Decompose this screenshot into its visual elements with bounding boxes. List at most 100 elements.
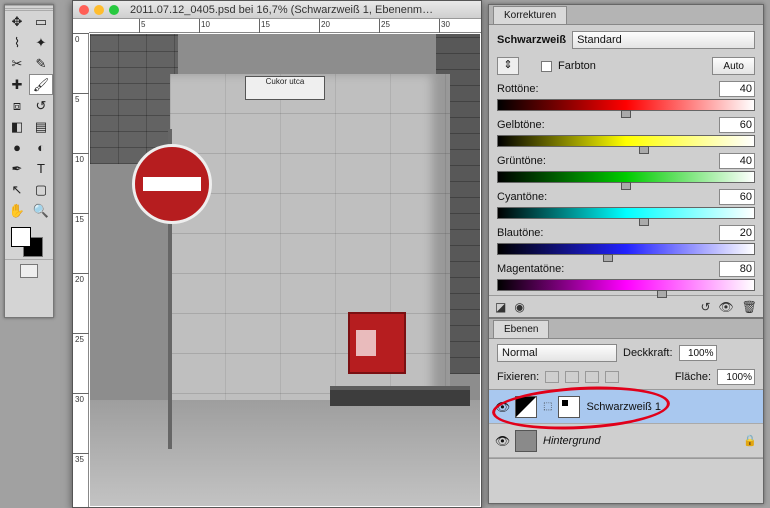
type-tool[interactable]: T [29,158,53,179]
street-sign-text: Cukor utca [246,77,324,87]
slider-thumb[interactable] [621,110,631,118]
tone-gr-grn: Grüntöne: [497,153,755,183]
target-adjust-icon[interactable]: ⇕ [497,57,519,75]
foreground-color[interactable] [11,227,31,247]
view-previous-icon[interactable]: ◉ [514,300,524,314]
tone-label: Gelbtöne: [497,119,545,131]
tone-gr-mag: Magentatöne: [497,261,755,291]
slider-thumb[interactable] [657,290,667,298]
shape-tool[interactable]: ▢ [29,179,53,200]
eyedropper-tool[interactable]: ✎ [29,53,53,74]
layer-list: 👁 ⬚ Schwarzweiß 1 👁 Hintergrund 🔒 [489,389,763,459]
move-tool[interactable]: ✥ [5,11,29,32]
lock-transparent-icon[interactable] [545,371,559,383]
blur-tool[interactable]: ● [5,137,29,158]
opacity-input[interactable] [679,345,717,361]
corrections-tabs: Korrekturen [489,5,763,25]
stone-corner [170,74,450,434]
slider-thumb[interactable] [639,218,649,226]
ruler-horizontal[interactable]: 51015202530 [89,19,481,33]
history-brush-tool[interactable]: ↺ [29,95,53,116]
eraser-tool[interactable]: ◧ [5,116,29,137]
lock-label: Fixieren: [497,371,539,383]
visibility-icon[interactable]: 👁 [495,400,509,414]
corrections-footer: ◪ ◉ ↺ 👁 🗑 [489,295,763,317]
slider-thumb[interactable] [603,254,613,262]
tone-label: Blautöne: [497,227,543,239]
crop-tool[interactable]: ✂ [5,53,29,74]
tone-value[interactable] [719,189,755,205]
color-swatches[interactable] [5,225,53,259]
marquee-tool[interactable]: ▭ [29,11,53,32]
tone-label: Cyantöne: [497,191,547,203]
zoom-tool[interactable]: 🔍 [29,200,53,221]
no-entry-sign [132,144,212,224]
lock-icon: 🔒 [743,434,757,447]
layer-thumb[interactable] [515,430,537,452]
tone-slider[interactable] [497,171,755,183]
tone-gr-blu: Blautöne: [497,225,755,255]
link-icon[interactable]: ⬚ [543,401,552,412]
tone-slider[interactable] [497,135,755,147]
lock-pixels-icon[interactable] [565,371,579,383]
street-sign: Cukor utca [245,76,325,100]
tool-grid: ✥▭ ⌇✦ ✂✎ ✚🖌 ⧈↺ ◧▤ ●◐ ✒T ↖▢ ✋🔍 [5,11,53,221]
hand-tool[interactable]: ✋ [5,200,29,221]
screen-mode [5,259,53,282]
gradient-tool[interactable]: ▤ [29,116,53,137]
path-tool[interactable]: ↖ [5,179,29,200]
tone-slider[interactable] [497,279,755,291]
tone-slider[interactable] [497,243,755,255]
lock-all-icon[interactable] [605,371,619,383]
tone-value[interactable] [719,81,755,97]
wand-tool[interactable]: ✦ [29,32,53,53]
canvas[interactable]: Cukor utca [90,34,480,506]
ruler-vertical[interactable]: 05101520253035 [73,33,89,507]
trash-icon[interactable]: 🗑 [742,300,757,314]
tone-value[interactable] [719,261,755,277]
slider-thumb[interactable] [621,182,631,190]
document-title: 2011.07.12_0405.psd bei 16,7% (Schwarzwe… [130,4,433,16]
tone-slider[interactable] [497,207,755,219]
fill-input[interactable] [717,369,755,385]
visibility-icon[interactable]: 👁 [495,434,509,448]
layer-clip-icon[interactable]: ◪ [495,300,506,314]
tint-checkbox[interactable] [541,61,552,72]
eye-icon[interactable]: 👁 [719,300,734,314]
no-entry-bar [143,177,201,191]
tab-layers[interactable]: Ebenen [493,320,549,338]
bench [330,386,470,406]
adjustment-thumb[interactable] [515,396,537,418]
layer-name[interactable]: Hintergrund [543,435,600,447]
layer-row[interactable]: 👁 ⬚ Schwarzweiß 1 [489,390,763,424]
heal-tool[interactable]: ✚ [5,74,29,95]
titlebar[interactable]: 2011.07.12_0405.psd bei 16,7% (Schwarzwe… [73,1,481,19]
lasso-tool[interactable]: ⌇ [5,32,29,53]
adjustment-name: Schwarzweiß [497,34,566,46]
tone-value[interactable] [719,225,755,241]
tone-value[interactable] [719,153,755,169]
close-button[interactable] [79,5,89,15]
stamp-tool[interactable]: ⧈ [5,95,29,116]
lock-position-icon[interactable] [585,371,599,383]
zoom-button[interactable] [109,5,119,15]
fill-label: Fläche: [675,371,711,383]
auto-button[interactable]: Auto [712,57,755,75]
blend-mode-dropdown[interactable]: Normal [497,344,617,362]
red-postbox [348,312,406,374]
mask-thumb[interactable] [558,396,580,418]
tone-value[interactable] [719,117,755,133]
layer-name[interactable]: Schwarzweiß 1 [586,401,661,413]
preset-dropdown[interactable]: Standard [572,31,755,49]
tab-corrections[interactable]: Korrekturen [493,6,567,24]
tone-slider[interactable] [497,99,755,111]
slider-thumb[interactable] [639,146,649,154]
reset-icon[interactable]: ↺ [700,300,710,314]
dodge-tool[interactable]: ◐ [29,137,53,158]
minimize-button[interactable] [94,5,104,15]
quickmask-toggle[interactable] [20,264,38,278]
tone-label: Rottöne: [497,83,539,95]
pen-tool[interactable]: ✒ [5,158,29,179]
brush-tool[interactable]: 🖌 [29,74,53,95]
layer-row[interactable]: 👁 Hintergrund 🔒 [489,424,763,458]
